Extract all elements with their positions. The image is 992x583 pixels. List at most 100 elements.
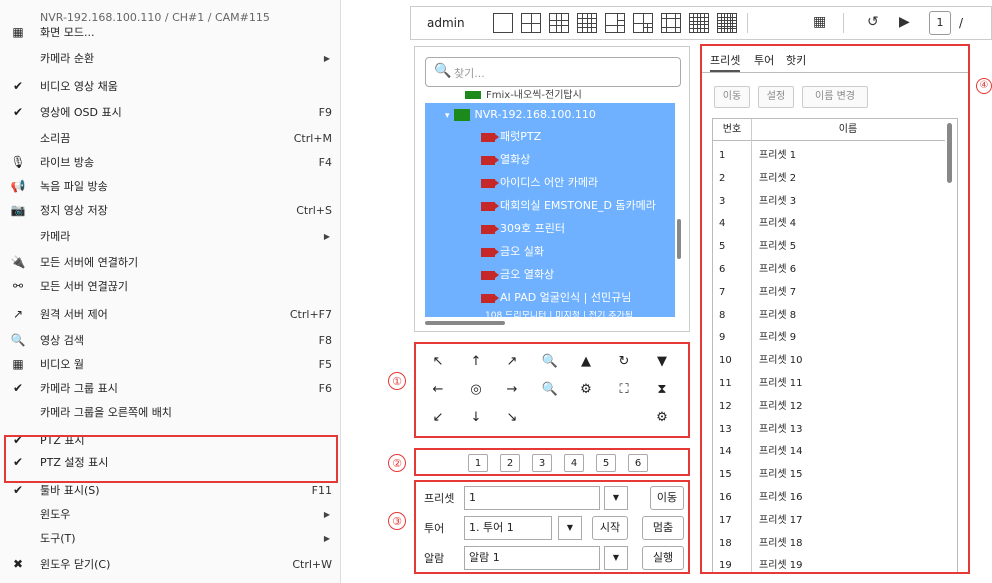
auto-focus-icon[interactable]: ⛶: [614, 380, 634, 400]
search-input[interactable]: 🔍 찾기...: [425, 57, 681, 87]
table-row[interactable]: 11 프리셋 11: [713, 373, 943, 394]
preset-number-button[interactable]: 2: [500, 454, 520, 472]
menu-item[interactable]: 소리끔 Ctrl+M: [0, 127, 340, 149]
preset-set-button[interactable]: 설정: [758, 86, 794, 108]
menu-item[interactable]: ▦ 비디오 월 F5: [0, 353, 340, 375]
column-header-name[interactable]: 이름: [751, 119, 945, 141]
table-row[interactable]: 9 프리셋 9: [713, 327, 943, 348]
column-header-number[interactable]: 번호: [713, 119, 751, 141]
preset-number-button[interactable]: 4: [564, 454, 584, 472]
menu-item[interactable]: ✔ 비디오 영상 채움: [0, 75, 340, 97]
table-row[interactable]: 8 프리셋 8: [713, 305, 943, 326]
tree-item-partial-bottom[interactable]: 108 드리모니터 | 미지정 | 전기 추가됨: [485, 311, 633, 321]
tab-hotkey[interactable]: 핫키: [786, 52, 806, 68]
layout-4x4-icon[interactable]: [577, 13, 597, 33]
pan-up-right-icon[interactable]: ↗: [502, 352, 522, 372]
alarm-run-button[interactable]: 실행: [642, 546, 684, 570]
table-row[interactable]: 18 프리셋 18: [713, 533, 943, 554]
layout-1x1-icon[interactable]: [493, 13, 513, 33]
focus-far-icon[interactable]: ▲: [576, 352, 596, 372]
layout-1p5-icon[interactable]: [605, 13, 625, 33]
layout-3x3-icon[interactable]: [549, 13, 569, 33]
table-row[interactable]: 6 프리셋 6: [713, 259, 943, 280]
tour-dropdown-button[interactable]: ▼: [558, 516, 582, 540]
menu-item[interactable]: ↗ 원격 서버 제어 Ctrl+F7: [0, 303, 340, 325]
settings-icon[interactable]: ⚙: [652, 408, 672, 428]
pan-right-icon[interactable]: →: [502, 380, 522, 400]
focus-near-icon[interactable]: ⚙: [576, 380, 596, 400]
tour-stop-button[interactable]: 멈춤: [642, 516, 684, 540]
tour-select[interactable]: 1. 투어 1: [464, 516, 552, 540]
tree-horizontal-scrollbar[interactable]: [425, 321, 505, 325]
layout-6x6-icon[interactable]: [717, 13, 737, 33]
layout-1p7-icon[interactable]: [633, 13, 653, 33]
alarm-dropdown-button[interactable]: ▼: [604, 546, 628, 570]
table-row[interactable]: 14 프리셋 14: [713, 441, 943, 462]
table-row[interactable]: 1 프리셋 1: [713, 145, 943, 166]
rotate-icon[interactable]: ↺: [867, 14, 879, 30]
table-row[interactable]: 12 프리셋 12: [713, 396, 943, 417]
preset-number-button[interactable]: 5: [596, 454, 616, 472]
table-row[interactable]: 7 프리셋 7: [713, 282, 943, 303]
tree-item-camera[interactable]: 아이디스 어안 카메라: [481, 173, 598, 193]
preset-table-scrollbar[interactable]: [947, 123, 952, 183]
table-row[interactable]: 19 프리셋 19: [713, 555, 943, 572]
tilt-up-icon[interactable]: ↑: [466, 352, 486, 372]
tree-item-camera[interactable]: 열화상: [481, 150, 530, 170]
pan-up-left-icon[interactable]: ↖: [428, 352, 448, 372]
alarm-select[interactable]: 알람 1: [464, 546, 600, 570]
pan-left-icon[interactable]: ←: [428, 380, 448, 400]
table-row[interactable]: 4 프리셋 4: [713, 213, 943, 234]
menu-item[interactable]: ✔ 영상에 OSD 표시 F9: [0, 101, 340, 123]
iris-open-icon[interactable]: ▼: [652, 352, 672, 372]
page-number[interactable]: 1: [929, 11, 951, 35]
iris-close-icon[interactable]: ⧗: [652, 380, 672, 400]
preset-go-button[interactable]: 이동: [650, 486, 684, 510]
table-row[interactable]: 17 프리셋 17: [713, 510, 943, 531]
zoom-in-icon[interactable]: 🔍: [540, 352, 560, 372]
zoom-out-icon[interactable]: 🔍: [540, 380, 560, 400]
tree-item-partial-top[interactable]: Fmix-내오씩-전기탑시: [465, 89, 582, 103]
expand-icon[interactable]: ▾: [445, 111, 450, 121]
preset-number-button[interactable]: 3: [532, 454, 552, 472]
play-icon[interactable]: ▶: [899, 14, 910, 30]
tour-start-button[interactable]: 시작: [592, 516, 628, 540]
menu-item[interactable]: 📢 녹음 파일 방송: [0, 175, 340, 197]
table-row[interactable]: 5 프리셋 5: [713, 236, 943, 257]
table-row[interactable]: 16 프리셋 16: [713, 487, 943, 508]
screen-mode-icon[interactable]: ▦: [813, 14, 826, 30]
pan-down-left-icon[interactable]: ↙: [428, 408, 448, 428]
tree-item-camera[interactable]: 패럿PTZ: [481, 127, 541, 147]
pan-down-right-icon[interactable]: ↘: [502, 408, 522, 428]
table-row[interactable]: 3 프리셋 3: [713, 191, 943, 212]
menu-item[interactable]: 윈도우 ▶: [0, 503, 340, 525]
layout-5x5-icon[interactable]: [689, 13, 709, 33]
tree-vertical-scrollbar[interactable]: [677, 219, 681, 259]
menu-item[interactable]: 카메라 순환 ▶: [0, 47, 340, 69]
tilt-down-icon[interactable]: ↓: [466, 408, 486, 428]
menu-item[interactable]: ▦ 화면 모드...: [0, 21, 340, 43]
preset-select[interactable]: 1: [464, 486, 600, 510]
preset-number-button[interactable]: 6: [628, 454, 648, 472]
menu-item[interactable]: ✖ 윈도우 닫기(C) Ctrl+W: [0, 553, 340, 575]
table-row[interactable]: 13 프리셋 13: [713, 419, 943, 440]
tree-item-camera[interactable]: 대회의실 EMSTONE_D 돔카메라: [481, 196, 656, 216]
layout-2x2-icon[interactable]: [521, 13, 541, 33]
menu-item[interactable]: 🔌 모든 서버에 연결하기: [0, 251, 340, 273]
table-row[interactable]: 10 프리셋 10: [713, 350, 943, 371]
auto-pan-icon[interactable]: ↻: [614, 352, 634, 372]
preset-dropdown-button[interactable]: ▼: [604, 486, 628, 510]
layout-1p12-icon[interactable]: [661, 13, 681, 33]
menu-item[interactable]: 📷 정지 영상 저장 Ctrl+S: [0, 199, 340, 221]
tab-tour[interactable]: 투어: [754, 52, 774, 68]
menu-item[interactable]: 🎙 라이브 방송 F4: [0, 151, 340, 173]
menu-item[interactable]: ⚯ 모든 서버 연결끊기: [0, 275, 340, 297]
tree-item-nvr[interactable]: ▾ NVR-192.168.100.110: [445, 105, 596, 125]
center-icon[interactable]: ◎: [466, 380, 486, 400]
tree-item-camera[interactable]: AI PAD 얼굴인식 | 선민규님: [481, 288, 631, 308]
table-row[interactable]: 2 프리셋 2: [713, 168, 943, 189]
tree-item-camera[interactable]: 309호 프린터: [481, 219, 565, 239]
menu-item[interactable]: 카메라 ▶: [0, 225, 340, 247]
menu-item[interactable]: 카메라 그룹을 오른쪽에 배치: [0, 401, 340, 423]
menu-item[interactable]: 도구(T) ▶: [0, 527, 340, 549]
